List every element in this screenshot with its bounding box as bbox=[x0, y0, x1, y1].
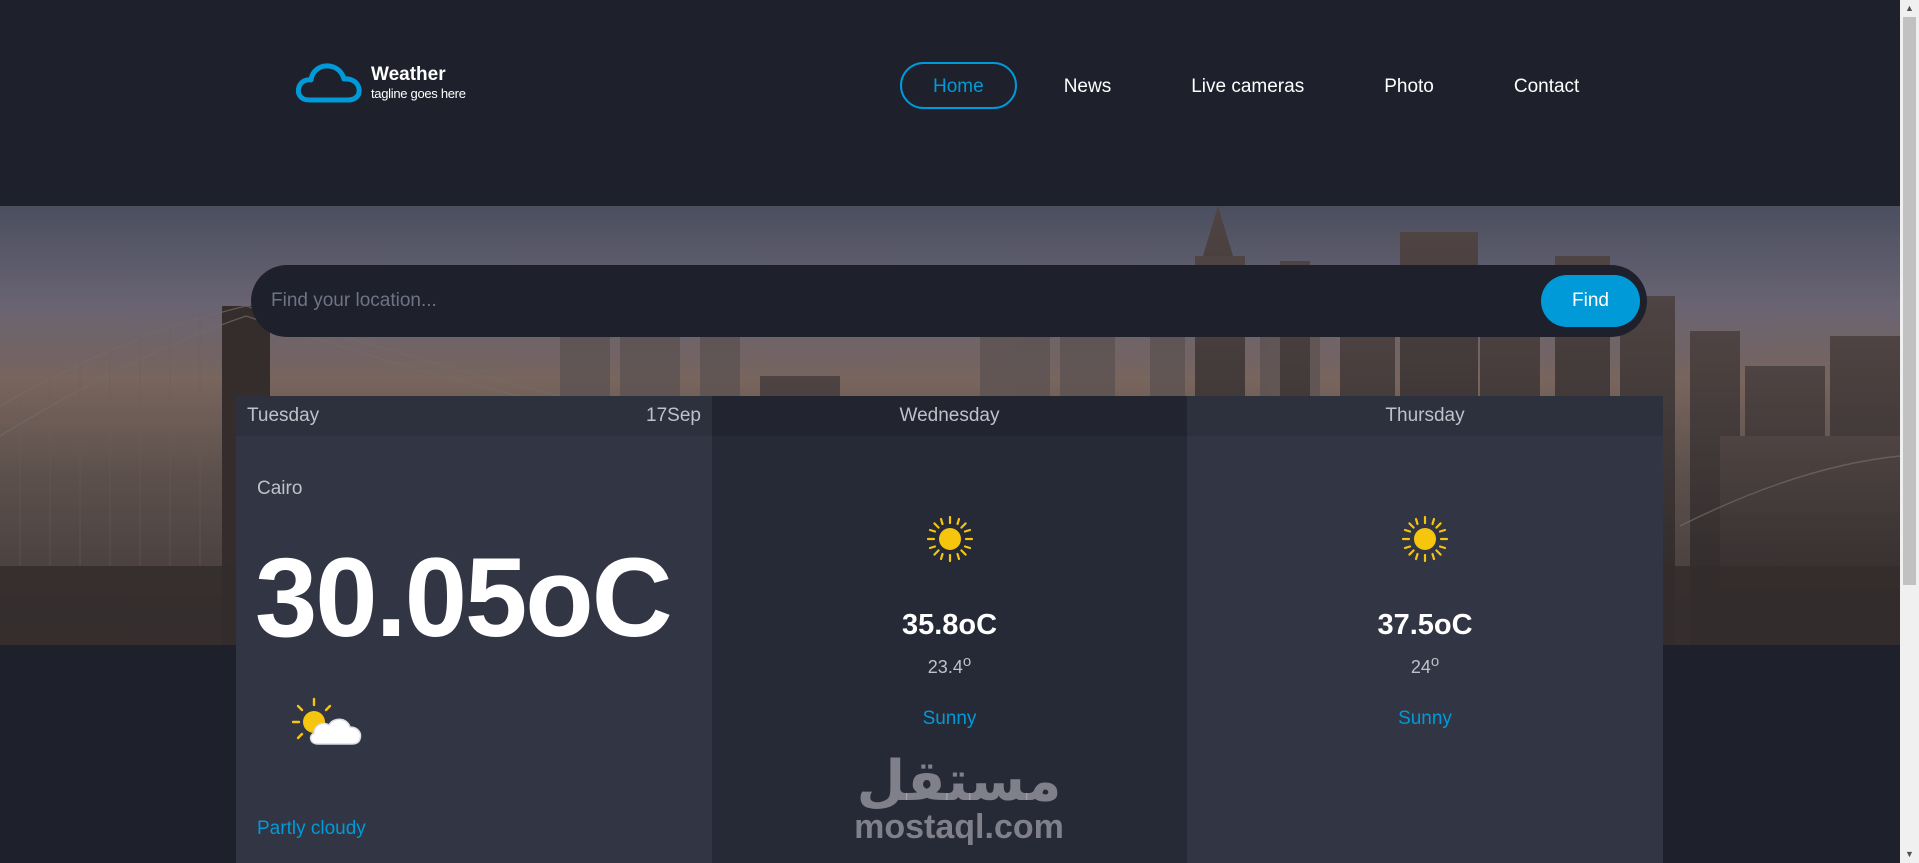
max-temperature: 37.5oC bbox=[1187, 609, 1663, 642]
vertical-scrollbar[interactable]: ▲ ▼ bbox=[1900, 0, 1919, 863]
current-temperature: 30.05oC bbox=[255, 535, 673, 660]
watermark-latin: mostaql.com bbox=[854, 808, 1064, 846]
nav-photo[interactable]: Photo bbox=[1351, 62, 1467, 109]
day-date: 17Sep bbox=[646, 405, 701, 426]
mostaql-watermark: مستقل mostaql.com bbox=[846, 749, 1072, 847]
location-name: Cairo bbox=[257, 478, 303, 499]
condition-label: Sunny bbox=[1398, 708, 1452, 729]
max-temperature-unit: oC bbox=[958, 609, 998, 641]
sun-icon bbox=[926, 515, 973, 563]
brand-logo[interactable]: Weather tagline goes here bbox=[295, 62, 466, 104]
cloud-icon bbox=[295, 63, 362, 103]
max-temperature-value: 37.5 bbox=[1377, 609, 1434, 641]
min-temperature-unit: o bbox=[962, 653, 972, 670]
day-header: Thursday bbox=[1187, 396, 1663, 436]
brand-title: Weather bbox=[371, 64, 446, 85]
min-temperature: 24o bbox=[1187, 653, 1663, 678]
temperature-value: 30.05 bbox=[255, 535, 527, 660]
find-button[interactable]: Find bbox=[1541, 275, 1640, 327]
scroll-up-arrow-icon[interactable]: ▲ bbox=[1900, 0, 1919, 17]
main-nav: Home News Live cameras Photo Contact bbox=[900, 62, 1626, 109]
day-name: Wednesday bbox=[899, 405, 1000, 426]
site-header: Weather tagline goes here Home News Live… bbox=[0, 0, 1900, 206]
location-search: Find bbox=[251, 265, 1647, 337]
scroll-down-arrow-icon[interactable]: ▼ bbox=[1900, 846, 1919, 863]
day-header: Wednesday bbox=[712, 396, 1187, 436]
nav-live-cameras[interactable]: Live cameras bbox=[1158, 62, 1337, 109]
temperature-unit: oC bbox=[525, 535, 672, 660]
max-temperature: 35.8oC bbox=[712, 609, 1187, 642]
weather-page: Weather tagline goes here Home News Live… bbox=[0, 0, 1919, 863]
nav-home[interactable]: Home bbox=[900, 62, 1017, 109]
nav-news[interactable]: News bbox=[1031, 62, 1145, 109]
condition-label: Partly cloudy bbox=[257, 818, 366, 839]
max-temperature-unit: oC bbox=[1433, 609, 1473, 641]
forecast-day-card: Thursday 37.5oC 24o Sunny bbox=[1187, 396, 1663, 863]
day-header: Tuesday 17Sep bbox=[236, 396, 712, 436]
location-search-input[interactable] bbox=[271, 290, 1541, 312]
scrollbar-thumb[interactable] bbox=[1903, 17, 1916, 585]
condition-label: Sunny bbox=[922, 708, 977, 729]
forecast-today-card: Tuesday 17Sep Cairo 30.05oC Partly cloud… bbox=[236, 396, 712, 863]
sun-icon bbox=[1401, 515, 1449, 563]
brand-tagline: tagline goes here bbox=[371, 86, 466, 101]
day-name: Tuesday bbox=[247, 405, 320, 426]
max-temperature-value: 35.8 bbox=[901, 609, 959, 641]
watermark-arabic: مستقل bbox=[856, 749, 1062, 814]
partly-cloudy-icon bbox=[292, 697, 362, 745]
min-temperature-value: 24 bbox=[1410, 657, 1431, 677]
min-temperature-unit: o bbox=[1430, 653, 1440, 670]
min-temperature: 23.4o bbox=[712, 653, 1187, 678]
min-temperature-value: 23.4 bbox=[927, 657, 963, 677]
nav-contact[interactable]: Contact bbox=[1481, 62, 1612, 109]
day-name: Thursday bbox=[1385, 405, 1465, 426]
